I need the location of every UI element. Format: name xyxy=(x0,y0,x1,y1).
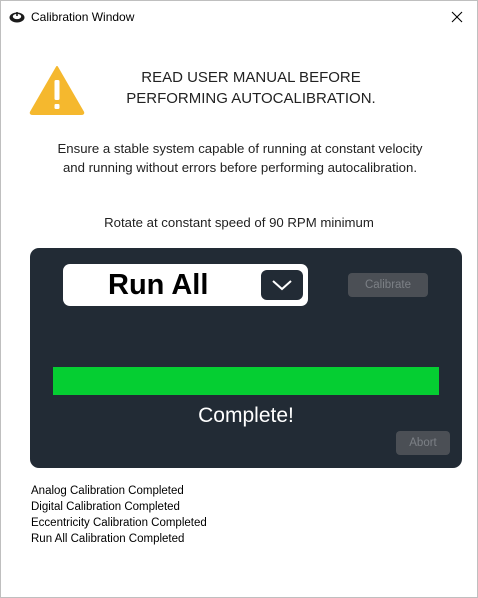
rotate-instruction: Rotate at constant speed of 90 RPM minim… xyxy=(104,215,374,230)
status-text: Complete! xyxy=(198,404,294,427)
log-line: Digital Calibration Completed xyxy=(31,501,180,513)
progress-fill xyxy=(53,367,439,395)
warning-line-2: PERFORMING AUTOCALIBRATION. xyxy=(126,90,376,107)
warning-line-1: READ USER MANUAL BEFORE xyxy=(141,69,361,86)
mode-select-value: Run All xyxy=(108,269,209,301)
warning-triangle-icon xyxy=(29,66,85,115)
warning-message: READ USER MANUAL BEFORE PERFORMING AUTOC… xyxy=(101,67,401,109)
window-title: Calibration Window xyxy=(31,10,135,24)
log-line: Eccentricity Calibration Completed xyxy=(31,517,207,529)
calibration-window: Calibration Window READ USER MANUAL BEFO… xyxy=(0,0,478,598)
instructions-text: Ensure a stable system capable of runnin… xyxy=(15,139,465,177)
app-icon xyxy=(9,12,25,23)
calibration-progress-bar xyxy=(53,367,439,395)
calibration-panel: Run All Calibrate Complete! Abort xyxy=(30,248,462,468)
instructions-line-1: Ensure a stable system capable of runnin… xyxy=(57,141,423,156)
chevron-down-icon xyxy=(272,280,292,291)
instructions-line-2: and running without errors before perfor… xyxy=(62,160,418,175)
log-line: Run All Calibration Completed xyxy=(31,533,185,545)
close-button[interactable] xyxy=(437,1,477,33)
mode-select-toggle[interactable] xyxy=(261,270,303,300)
title-bar: Calibration Window xyxy=(1,1,477,33)
calibration-log: Analog Calibration Completed Digital Cal… xyxy=(31,483,207,547)
log-line: Analog Calibration Completed xyxy=(31,485,184,497)
abort-button[interactable]: Abort xyxy=(396,431,450,455)
mode-select[interactable]: Run All xyxy=(63,264,308,306)
close-icon[interactable] xyxy=(451,11,463,23)
calibrate-button[interactable]: Calibrate xyxy=(348,273,428,297)
